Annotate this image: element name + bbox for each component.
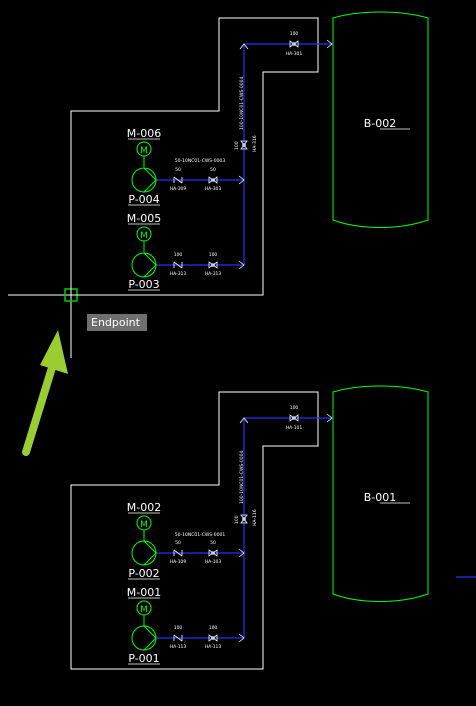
line-tag: 50-10NC01-CWS-0001 xyxy=(175,532,226,538)
pump-group-upper[interactable]: M-006 M P-004 xyxy=(127,127,161,206)
pump-icon xyxy=(131,167,157,193)
top-size: 100 xyxy=(290,31,299,37)
lower-check-tag: HA-313 xyxy=(170,271,187,277)
vessel-label: B-001 xyxy=(364,491,397,504)
lower-size-2: 100 xyxy=(209,252,218,258)
top-valve-tag: HA-101 xyxy=(286,425,303,431)
vessel[interactable]: B-001 xyxy=(332,385,429,602)
upper-gate-tag: HA-303 xyxy=(205,186,222,192)
pump-tag: P-001 xyxy=(128,652,159,665)
pump-icon xyxy=(131,625,157,651)
area-boundary xyxy=(70,391,319,670)
lower-size: 100 xyxy=(174,625,183,631)
motor-tag: M-006 xyxy=(127,127,161,140)
riser-size: 100 xyxy=(234,515,240,524)
top-valve-tag: HA-301 xyxy=(286,51,303,57)
pump-tag: P-003 xyxy=(128,278,159,291)
pump-tag: P-002 xyxy=(128,567,159,580)
riser-size: 100 xyxy=(234,141,240,150)
endpoint-tooltip: Endpoint xyxy=(87,314,147,331)
line-tag: 50-10NC01-CWS-0003 xyxy=(175,158,226,164)
top-size: 100 xyxy=(290,405,299,411)
upper-check-tag: HA-109 xyxy=(170,559,187,565)
svg-text:M: M xyxy=(140,231,148,241)
pump-icon xyxy=(131,540,157,566)
pump-group-lower[interactable]: M-005 M P-003 xyxy=(127,212,161,291)
upper-check-tag: HA-309 xyxy=(170,186,187,192)
pump-tag: P-004 xyxy=(128,193,159,206)
lower-gate-tag: HA-113 xyxy=(205,644,222,650)
flow-arrows xyxy=(238,413,333,643)
motor-tag: M-001 xyxy=(127,586,161,599)
area-lower: B-001 100 HA-116 100-10NC01-CWS-0004 100… xyxy=(70,385,476,670)
area-upper: B-002 100 HA-316 100-10NC01-CWS-0004 100… xyxy=(70,11,429,296)
svg-text:M: M xyxy=(140,520,148,530)
riser-line-tag: 100-10NC01-CWS-0004 xyxy=(239,451,245,504)
annotation-arrow-icon xyxy=(22,330,68,456)
motor-tag: M-002 xyxy=(127,501,161,514)
motor-tag: M-005 xyxy=(127,212,161,225)
area-boundary xyxy=(70,17,319,296)
upper-gate-tag: HA-103 xyxy=(205,559,222,565)
lower-size-2: 100 xyxy=(209,625,218,631)
drawing-canvas[interactable]: B-002 100 HA-316 100-10NC01-CWS-0004 100… xyxy=(0,0,476,706)
riser-line-tag: 100-10NC01-CWS-0004 xyxy=(239,77,245,130)
pump-group-upper[interactable]: M-002 M P-002 xyxy=(127,501,161,580)
vessel-label: B-002 xyxy=(364,117,397,130)
pump-icon xyxy=(131,252,157,278)
lower-gate-tag: HA-313 xyxy=(205,271,222,277)
riser-valve-tag: HA-316 xyxy=(252,135,258,152)
vessel[interactable]: B-002 xyxy=(332,11,429,228)
flow-arrows xyxy=(238,39,333,270)
upper-size-2: 50 xyxy=(210,167,216,173)
svg-text:M: M xyxy=(140,146,148,156)
lower-size: 100 xyxy=(174,252,183,258)
crosshair-cursor xyxy=(8,230,136,358)
lower-check-tag: HA-113 xyxy=(170,644,187,650)
upper-size: 50 xyxy=(175,540,181,546)
upper-size-2: 50 xyxy=(210,540,216,546)
upper-size: 50 xyxy=(175,167,181,173)
riser-valve-tag: HA-116 xyxy=(252,509,258,526)
svg-text:M: M xyxy=(140,605,148,615)
pump-group-lower[interactable]: M-001 M P-001 xyxy=(127,586,161,665)
